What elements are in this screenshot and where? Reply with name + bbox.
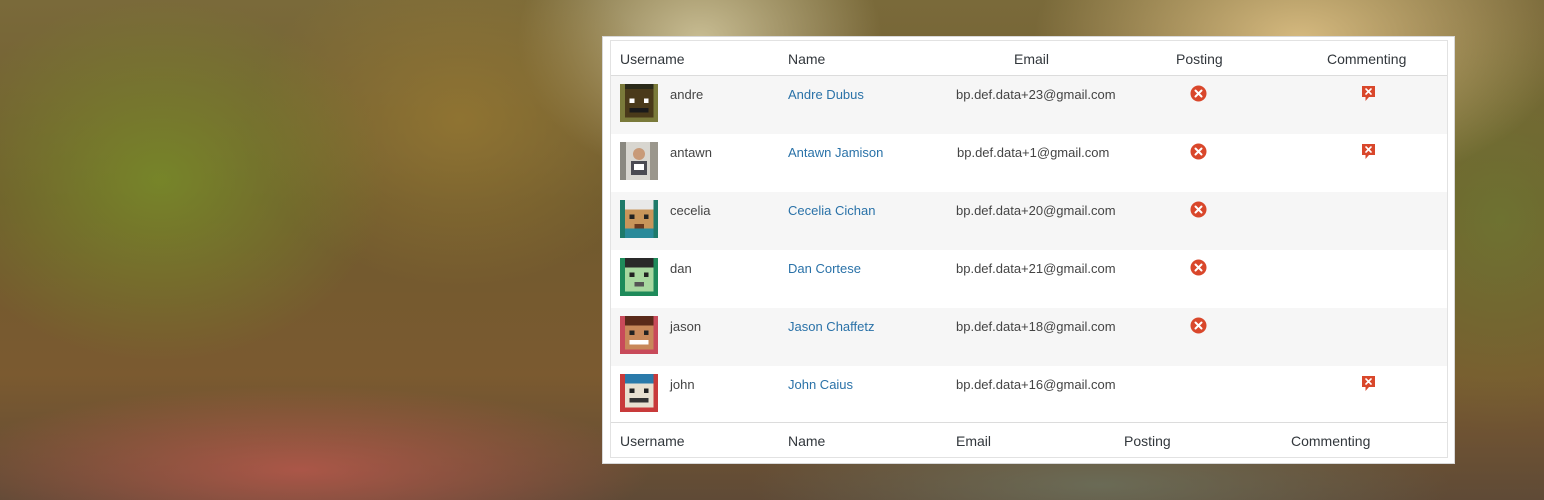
user-email: bp.def.data+16@gmail.com [956,377,1116,392]
table-row: andre Andre Dubus bp.def.data+23@gmail.c… [611,76,1447,134]
avatar [620,374,658,412]
user-name-link[interactable]: Dan Cortese [788,261,861,276]
header-username[interactable]: Username [620,51,685,67]
table-row: jason Jason Chaffetz bp.def.data+18@gmai… [611,308,1447,366]
user-email: bp.def.data+20@gmail.com [956,203,1116,218]
footer-username[interactable]: Username [620,433,685,449]
posting-blocked-icon[interactable] [1190,259,1207,276]
posting-blocked-icon[interactable] [1190,201,1207,218]
commenting-blocked-icon[interactable] [1361,85,1376,103]
posting-blocked-icon[interactable] [1190,317,1207,334]
header-email[interactable]: Email [1014,51,1049,67]
header-posting[interactable]: Posting [1176,51,1223,67]
user-name-link[interactable]: Antawn Jamison [788,145,883,160]
username: john [670,377,695,392]
table-footer: Username Name Email Posting Commenting [611,422,1447,457]
commenting-blocked-icon[interactable] [1361,375,1376,393]
header-commenting[interactable]: Commenting [1327,51,1406,67]
users-table: Username Name Email Posting Commenting a… [610,40,1448,458]
commenting-blocked-icon[interactable] [1361,143,1376,161]
user-name-link[interactable]: Jason Chaffetz [788,319,874,334]
user-name-link[interactable]: Andre Dubus [788,87,864,102]
users-table-panel: Username Name Email Posting Commenting a… [602,36,1455,464]
user-email: bp.def.data+18@gmail.com [956,319,1116,334]
username: jason [670,319,702,334]
table-row: cecelia Cecelia Cichan bp.def.data+20@gm… [611,192,1447,250]
user-email: bp.def.data+21@gmail.com [956,261,1116,276]
avatar [620,316,658,354]
username: dan [670,261,692,276]
avatar [620,258,658,296]
header-name[interactable]: Name [788,51,825,67]
footer-posting[interactable]: Posting [1124,433,1171,449]
avatar [620,84,658,122]
username: cecelia [670,203,711,218]
footer-email[interactable]: Email [956,433,991,449]
table-row: john John Caius bp.def.data+16@gmail.com [611,366,1447,424]
table-row: dan Dan Cortese bp.def.data+21@gmail.com [611,250,1447,308]
user-name-link[interactable]: John Caius [788,377,853,392]
table-row: antawn Antawn Jamison bp.def.data+1@gmai… [611,134,1447,192]
user-email: bp.def.data+23@gmail.com [956,87,1116,102]
posting-blocked-icon[interactable] [1190,85,1207,102]
table-header: Username Name Email Posting Commenting [611,41,1447,76]
footer-name[interactable]: Name [788,433,825,449]
user-email: bp.def.data+1@gmail.com [957,145,1110,160]
username: andre [670,87,704,102]
user-name-link[interactable]: Cecelia Cichan [788,203,875,218]
posting-blocked-icon[interactable] [1190,143,1207,160]
footer-commenting[interactable]: Commenting [1291,433,1370,449]
username: antawn [670,145,712,160]
avatar [620,200,658,238]
avatar [620,142,658,180]
